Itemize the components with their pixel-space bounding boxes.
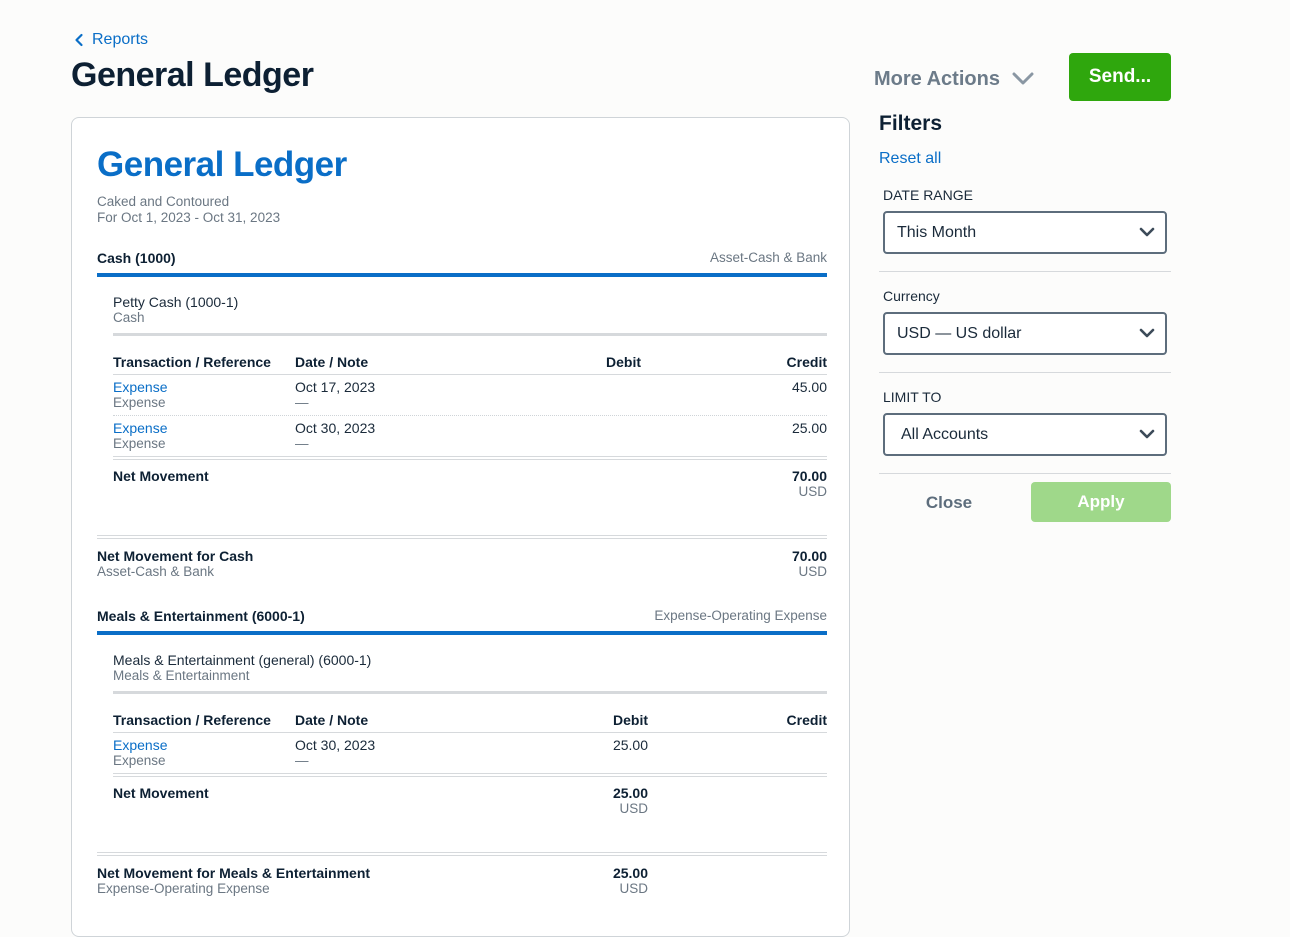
account-type: Expense-Operating Expense <box>654 608 827 623</box>
column-header-transaction: Transaction / Reference <box>113 354 271 370</box>
filters-title: Filters <box>879 112 943 135</box>
net-movement-currency: USD <box>798 484 827 499</box>
currency-value: USD — US dollar <box>897 325 1022 342</box>
net-movement-label: Net Movement <box>113 468 209 484</box>
table-header-divider <box>113 732 827 733</box>
column-header-debit: Debit <box>606 354 641 370</box>
more-actions-dropdown[interactable]: More Actions <box>874 62 1034 96</box>
transaction-date: Oct 17, 2023 <box>295 379 376 395</box>
chevron-down-icon <box>1139 429 1155 439</box>
sub-account-divider <box>113 333 827 336</box>
limit-to-select[interactable]: All Accounts <box>883 413 1167 456</box>
currency-select[interactable]: USD — US dollar <box>883 312 1167 355</box>
section-total-value: 70.00 <box>791 548 827 564</box>
row-divider <box>113 456 827 457</box>
limit-to-label: LIMIT TO <box>883 389 942 405</box>
section-total-value: 25.00 <box>612 865 648 881</box>
apply-button[interactable]: Apply <box>1031 482 1171 522</box>
reference-text: Expense <box>113 753 166 768</box>
report-card: General Ledger Caked and Contoured For O… <box>71 117 850 937</box>
report-period: For Oct 1, 2023 - Oct 31, 2023 <box>97 210 281 225</box>
transaction-link[interactable]: Expense <box>113 379 167 395</box>
table-header-divider <box>113 374 827 375</box>
net-movement-value: 25.00 <box>612 785 648 801</box>
transaction-date: Oct 30, 2023 <box>295 737 376 753</box>
transaction-note: — <box>295 436 309 451</box>
sub-account-name: Meals & Entertainment (general) (6000-1) <box>113 652 372 668</box>
section-total-type: Expense-Operating Expense <box>97 881 270 896</box>
account-type: Asset-Cash & Bank <box>709 250 827 265</box>
company-name: Caked and Contoured <box>97 194 230 209</box>
row-divider <box>113 776 827 777</box>
net-movement-label: Net Movement <box>113 785 209 801</box>
reference-text: Expense <box>113 395 166 410</box>
credit-amount: 25.00 <box>791 420 827 436</box>
reset-all-link[interactable]: Reset all <box>879 150 941 168</box>
send-button[interactable]: Send... <box>1069 53 1171 101</box>
transaction-note: — <box>295 395 309 410</box>
section-total-type: Asset-Cash & Bank <box>97 564 215 579</box>
account-section-header: Meals & Entertainment (6000-1) Expense-O… <box>97 608 827 628</box>
sub-account-divider <box>113 691 827 694</box>
column-header-transaction: Transaction / Reference <box>113 712 271 728</box>
section-total-currency: USD <box>798 564 827 579</box>
credit-amount: 45.00 <box>791 379 827 395</box>
column-header-debit: Debit <box>613 712 648 728</box>
section-total-label: Net Movement for Meals & Entertainment <box>97 865 371 881</box>
account-section-header: Cash (1000) Asset-Cash & Bank <box>97 250 827 270</box>
section-total-divider <box>97 535 827 536</box>
chevron-down-icon <box>1139 328 1155 338</box>
chevron-down-icon <box>1012 72 1034 85</box>
date-range-select[interactable]: This Month <box>883 211 1167 254</box>
section-divider <box>97 273 827 277</box>
transaction-date: Oct 30, 2023 <box>295 420 376 436</box>
transaction-note: — <box>295 753 309 768</box>
column-header-credit: Credit <box>786 354 827 370</box>
transaction-link[interactable]: Expense <box>113 420 167 436</box>
limit-to-value: All Accounts <box>901 426 989 443</box>
date-range-label: DATE RANGE <box>883 187 973 203</box>
account-name: Cash (1000) <box>97 250 176 266</box>
page-title: General Ledger <box>71 56 314 94</box>
report-title: General Ledger <box>97 145 347 184</box>
filter-divider <box>879 372 1171 373</box>
row-divider <box>113 459 827 460</box>
net-movement-currency: USD <box>619 801 648 816</box>
transaction-link[interactable]: Expense <box>113 737 167 753</box>
filter-divider <box>879 473 1171 474</box>
reference-text: Expense <box>113 436 166 451</box>
back-to-reports-link[interactable]: Reports <box>74 31 148 49</box>
row-divider <box>113 773 827 774</box>
filter-divider <box>879 271 1171 272</box>
chevron-down-icon <box>1139 227 1155 237</box>
column-header-date: Date / Note <box>295 712 369 728</box>
back-link-label: Reports <box>92 31 149 48</box>
row-divider <box>113 415 827 416</box>
close-button[interactable]: Close <box>899 484 999 522</box>
section-total-label: Net Movement for Cash <box>97 548 254 564</box>
section-total-divider <box>97 852 827 853</box>
section-total-divider <box>97 538 827 539</box>
sub-account-name: Petty Cash (1000-1) <box>113 294 239 310</box>
debit-amount: 25.00 <box>612 737 648 753</box>
column-header-date: Date / Note <box>295 354 369 370</box>
column-header-credit: Credit <box>786 712 827 728</box>
chevron-left-icon <box>75 33 83 47</box>
account-name: Meals & Entertainment (6000-1) <box>97 608 305 624</box>
date-range-value: This Month <box>897 224 977 241</box>
sub-account-type: Cash <box>113 310 145 325</box>
currency-label: Currency <box>883 288 940 304</box>
section-total-divider <box>97 855 827 856</box>
more-actions-label: More Actions <box>874 67 1000 90</box>
section-divider <box>97 631 827 635</box>
sub-account-type: Meals & Entertainment <box>113 668 250 683</box>
section-total-currency: USD <box>619 881 648 896</box>
net-movement-value: 70.00 <box>791 468 827 484</box>
